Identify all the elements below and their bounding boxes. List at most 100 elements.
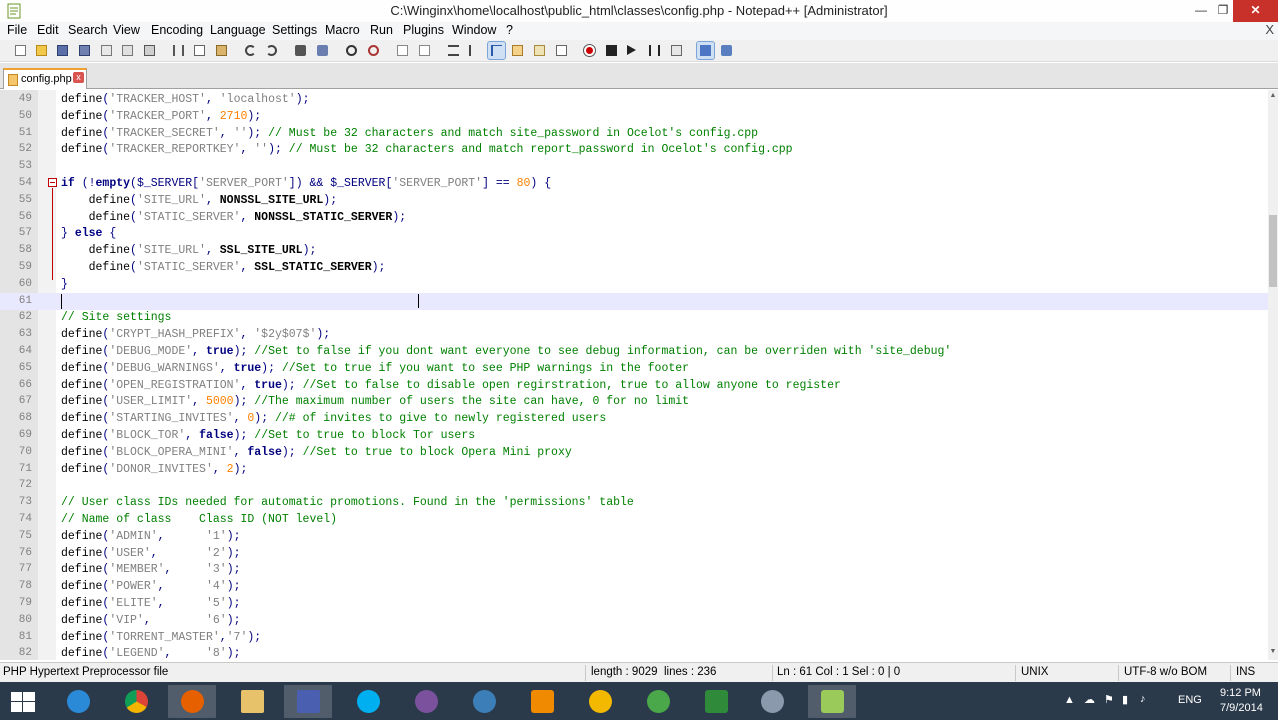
record-macro-icon[interactable] bbox=[581, 42, 598, 59]
menu-macro[interactable]: Macro bbox=[325, 23, 360, 37]
vertical-scrollbar[interactable]: ▲ ▼ bbox=[1268, 90, 1278, 660]
document-map-icon[interactable] bbox=[531, 42, 548, 59]
code-line[interactable]: 75 define('ADMIN', '1'); bbox=[0, 528, 1268, 545]
word-wrap-icon[interactable] bbox=[445, 42, 462, 59]
close-file-icon[interactable] bbox=[98, 42, 115, 59]
menu-encoding[interactable]: Encoding bbox=[151, 23, 203, 37]
code-line[interactable]: 55 define('SITE_URL', NONSSL_SITE_URL); bbox=[0, 192, 1268, 209]
code-line[interactable]: 65 define('DEBUG_WARNINGS', true); //Set … bbox=[0, 360, 1268, 377]
open-file-icon[interactable] bbox=[33, 42, 50, 59]
code-line[interactable]: 54 if (!empty($_SERVER['SERVER_PORT']) &&… bbox=[0, 175, 1268, 192]
print-icon[interactable] bbox=[141, 42, 158, 59]
tab-config-php[interactable]: config.php x bbox=[3, 68, 87, 89]
menu-search[interactable]: Search bbox=[68, 23, 108, 37]
code-line[interactable]: 56 define('STATIC_SERVER', NONSSL_STATIC… bbox=[0, 209, 1268, 226]
code-line[interactable]: 76 define('USER', '2'); bbox=[0, 545, 1268, 562]
start-button[interactable] bbox=[0, 685, 48, 718]
taskbar-app-triangle[interactable] bbox=[576, 685, 624, 718]
menu-view[interactable]: View bbox=[113, 23, 140, 37]
taskbar-ie[interactable] bbox=[54, 685, 102, 718]
user-language-icon[interactable] bbox=[509, 42, 526, 59]
code-line[interactable]: 68 define('STARTING_INVITES', 0); //# of … bbox=[0, 410, 1268, 427]
code-line[interactable]: 63 define('CRYPT_HASH_PREFIX', '$2y$07$')… bbox=[0, 326, 1268, 343]
code-line[interactable]: 50 define('TRACKER_PORT', 2710); bbox=[0, 108, 1268, 125]
taskbar-firefox[interactable] bbox=[168, 685, 216, 718]
run-macro-multiple-icon[interactable] bbox=[646, 42, 663, 59]
status-encoding[interactable]: UTF-8 w/o BOM bbox=[1124, 666, 1207, 678]
code-line[interactable]: 59 define('STATIC_SERVER', SSL_STATIC_SE… bbox=[0, 259, 1268, 276]
code-line[interactable]: 51 define('TRACKER_SECRET', ''); // Must … bbox=[0, 125, 1268, 142]
taskbar-notepadpp[interactable] bbox=[808, 685, 856, 718]
menu-window[interactable]: Window bbox=[452, 23, 496, 37]
taskbar-music[interactable] bbox=[460, 685, 508, 718]
fold-toggle-icon[interactable] bbox=[48, 178, 57, 187]
code-line[interactable]: 49 define('TRACKER_HOST', 'localhost'); bbox=[0, 91, 1268, 108]
menu-language[interactable]: Language bbox=[210, 23, 266, 37]
launch-in-browser-icon[interactable] bbox=[696, 41, 715, 60]
menu-file[interactable]: File bbox=[7, 23, 27, 37]
tray-flag-icon[interactable]: ⚑ bbox=[1104, 693, 1114, 706]
code-line[interactable]: 62 // Site settings bbox=[0, 309, 1268, 326]
zoom-in-icon[interactable] bbox=[343, 42, 360, 59]
function-list-icon[interactable] bbox=[553, 42, 570, 59]
taskbar-chrome[interactable] bbox=[112, 685, 160, 718]
sync-vertical-icon[interactable] bbox=[394, 42, 411, 59]
tray-volume-icon[interactable]: ♪ bbox=[1140, 693, 1146, 705]
code-line[interactable]: 60} bbox=[0, 276, 1268, 293]
find-icon[interactable] bbox=[292, 42, 309, 59]
taskbar-vlc[interactable] bbox=[518, 685, 566, 718]
menu-edit[interactable]: Edit bbox=[37, 23, 59, 37]
code-line[interactable]: 70 define('BLOCK_OPERA_MINI', false); //S… bbox=[0, 444, 1268, 461]
code-line[interactable]: 67 define('USER_LIMIT', 5000); //The maxi… bbox=[0, 393, 1268, 410]
menu-settings[interactable]: Settings bbox=[272, 23, 317, 37]
sync-horizontal-icon[interactable] bbox=[416, 42, 433, 59]
tray-signal-icon[interactable]: ▮ bbox=[1122, 693, 1128, 706]
code-line[interactable]: 80 define('VIP', '6'); bbox=[0, 612, 1268, 629]
undo-icon[interactable] bbox=[242, 42, 259, 59]
play-macro-icon[interactable] bbox=[624, 42, 641, 59]
tray-date[interactable]: 7/9/2014 bbox=[1220, 702, 1263, 714]
plugin-tool-icon[interactable] bbox=[718, 42, 735, 59]
tray-expand-icon[interactable]: ▲ bbox=[1064, 694, 1075, 706]
indent-guide-icon[interactable] bbox=[487, 41, 506, 60]
tray-time[interactable]: 9:12 PM bbox=[1220, 687, 1261, 699]
taskbar-viber[interactable] bbox=[402, 685, 450, 718]
save-all-icon[interactable] bbox=[76, 42, 93, 59]
taskbar-camtasia[interactable] bbox=[692, 685, 740, 718]
code-line[interactable]: 57} else { bbox=[0, 225, 1268, 242]
code-line[interactable]: 81 define('TORRENT_MASTER','7'); bbox=[0, 629, 1268, 646]
menu-run[interactable]: Run bbox=[370, 23, 393, 37]
code-line[interactable]: 66 define('OPEN_REGISTRATION', true); //S… bbox=[0, 377, 1268, 394]
code-line[interactable]: 78 define('POWER', '4'); bbox=[0, 578, 1268, 595]
code-line[interactable]: 58 define('SITE_URL', SSL_SITE_URL); bbox=[0, 242, 1268, 259]
taskbar-utorrent[interactable] bbox=[634, 685, 682, 718]
code-editor[interactable]: 49 define('TRACKER_HOST', 'localhost'); 50… bbox=[0, 90, 1268, 660]
close-button[interactable]: ✕ bbox=[1233, 0, 1278, 22]
code-line[interactable]: 73 // User class IDs needed for automatic… bbox=[0, 494, 1268, 511]
code-line[interactable]: 64 define('DEBUG_MODE', true); //Set to f… bbox=[0, 343, 1268, 360]
code-line[interactable]: 74 // Name of class Class ID (NOT level) bbox=[0, 511, 1268, 528]
taskbar-skype[interactable] bbox=[344, 685, 392, 718]
close-document-icon[interactable]: X bbox=[1265, 22, 1274, 37]
code-line[interactable]: 72 bbox=[0, 477, 1268, 494]
new-file-icon[interactable] bbox=[12, 42, 29, 59]
tab-close-icon[interactable]: x bbox=[73, 72, 84, 83]
replace-icon[interactable] bbox=[314, 42, 331, 59]
tray-network-icon[interactable]: ☁ bbox=[1084, 693, 1095, 706]
taskbar-winginx[interactable] bbox=[748, 685, 796, 718]
code-line[interactable]: 52 define('TRACKER_REPORTKEY', ''); // Mu… bbox=[0, 141, 1268, 158]
paste-icon[interactable] bbox=[213, 42, 230, 59]
close-all-icon[interactable] bbox=[119, 42, 136, 59]
menu-help[interactable]: ? bbox=[506, 23, 513, 37]
stop-macro-icon[interactable] bbox=[603, 42, 620, 59]
scrollbar-thumb[interactable] bbox=[1269, 215, 1277, 287]
code-line[interactable]: 77 define('MEMBER', '3'); bbox=[0, 561, 1268, 578]
scroll-down-icon[interactable]: ▼ bbox=[1268, 648, 1278, 658]
copy-icon[interactable] bbox=[191, 42, 208, 59]
code-line[interactable]: 71 define('DONOR_INVITES', 2); bbox=[0, 461, 1268, 478]
zoom-out-icon[interactable] bbox=[365, 42, 382, 59]
menu-plugins[interactable]: Plugins bbox=[403, 23, 444, 37]
scroll-up-icon[interactable]: ▲ bbox=[1268, 92, 1278, 102]
taskbar-media[interactable] bbox=[284, 685, 332, 718]
taskbar-explorer[interactable] bbox=[228, 685, 276, 718]
